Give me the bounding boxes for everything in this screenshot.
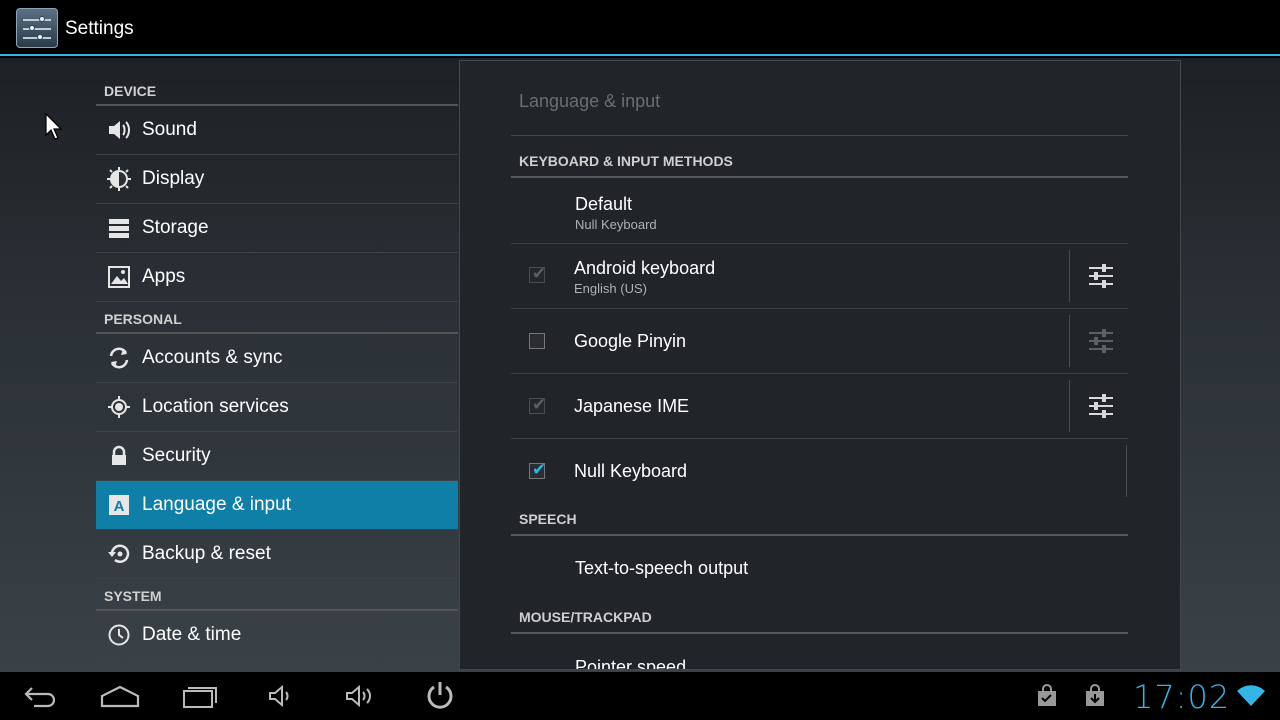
power-button[interactable] [423,678,457,714]
pointer-speed-row[interactable]: Pointer speed [511,636,1128,670]
sidebar-item-language-input[interactable]: A Language & input [96,481,458,530]
settings-sliders-icon [1089,394,1113,418]
method-title: Android keyboard [574,258,716,278]
clock-icon [106,622,132,648]
input-method-row[interactable]: ✔ Null Keyboard [511,439,1128,499]
storage-icon [106,215,132,241]
settings-content: DEVICE Sound Display Storage Apps PERSON… [0,58,1280,672]
method-title: Null Keyboard [574,461,688,481]
sidebar-item-security[interactable]: Security [96,432,458,481]
tts-output-row[interactable]: Text-to-speech output [511,538,1128,598]
apps-icon [106,264,132,290]
notification-download[interactable] [1082,678,1108,714]
backup-icon [106,541,132,567]
lock-icon [106,443,132,469]
location-icon [106,394,132,420]
tts-title: Text-to-speech output [575,558,749,578]
notification-shopping-bag[interactable] [1034,678,1060,714]
section-header-speech: SPEECH [511,494,1128,536]
section-header-device: DEVICE [96,58,458,106]
sidebar-item-label: Accounts & sync [142,347,283,368]
power-icon [427,682,453,709]
back-button[interactable] [20,678,60,714]
sidebar-item-label: Date & time [142,624,242,645]
sync-icon [106,345,132,371]
back-icon [24,687,56,708]
android-keyboard-checkbox[interactable]: ✔ [529,264,546,283]
sidebar-item-apps[interactable]: Apps [96,253,458,302]
sidebar-item-label: Language & input [142,494,291,515]
sidebar-item-display[interactable]: Display [96,155,458,204]
section-header-personal: PERSONAL [96,302,458,334]
settings-category-list: DEVICE Sound Display Storage Apps PERSON… [96,58,458,672]
sidebar-item-label: Security [142,445,211,466]
default-keyboard-row[interactable]: Default Null Keyboard [511,179,1128,244]
language-icon: A [106,492,132,518]
settings-sliders-icon [1089,264,1113,288]
app-title: Settings [65,18,134,39]
volume-up-icon [346,684,371,708]
null-keyboard-checkbox[interactable]: ✔ [529,460,546,479]
sidebar-item-date-time[interactable]: Date & time [96,611,458,660]
input-method-row[interactable]: ✔ Android keyboard English (US) [511,244,1128,309]
home-icon [100,685,140,708]
method-title: Japanese IME [574,396,690,416]
recent-apps-button[interactable] [181,678,221,714]
sidebar-item-label: Location services [142,396,289,417]
sidebar-item-label: Apps [142,266,186,287]
sidebar-item-label: Display [142,168,205,189]
volume-down-icon [269,684,289,708]
default-title: Default [575,194,633,214]
home-button[interactable] [100,678,140,714]
section-header-mouse: MOUSE/TRACKPAD [511,592,1128,634]
google-pinyin-settings-button[interactable] [1072,309,1130,373]
method-title: Google Pinyin [574,331,687,351]
language-input-panel[interactable]: Language & input KEYBOARD & INPUT METHOD… [459,60,1181,670]
divider [1069,250,1070,302]
system-navigation-bar: 17:02 [0,672,1280,720]
sidebar-item-label: Sound [142,119,197,140]
volume-down-button[interactable] [265,678,295,714]
settings-sliders-icon [1089,329,1113,353]
download-icon [1086,684,1104,706]
recent-apps-icon [183,687,217,708]
wifi-status[interactable] [1236,678,1266,714]
default-subtitle: Null Keyboard [575,217,657,232]
shopping-bag-check-icon [1038,684,1056,706]
mouse-cursor-icon [45,113,63,140]
svg-text:A: A [114,498,125,515]
input-method-row[interactable]: Google Pinyin [511,309,1128,374]
japanese-ime-settings-button[interactable] [1072,374,1130,438]
action-bar: Settings [0,0,1280,56]
volume-up-button[interactable] [342,678,378,714]
sidebar-item-location[interactable]: Location services [96,383,458,432]
method-subtitle: English (US) [574,281,647,296]
section-header-keyboard: KEYBOARD & INPUT METHODS [511,136,1128,178]
input-method-row[interactable]: ✔ Japanese IME [511,374,1128,439]
sidebar-item-sound[interactable]: Sound [96,106,458,155]
wifi-icon [1237,685,1265,706]
sidebar-item-accounts-sync[interactable]: Accounts & sync [96,334,458,383]
status-clock: 17:02 [1133,678,1231,716]
brightness-icon [106,166,132,192]
sidebar-item-label: Storage [142,217,209,238]
sidebar-item-storage[interactable]: Storage [96,204,458,253]
volume-icon [106,117,132,143]
android-keyboard-settings-button[interactable] [1072,244,1130,308]
section-header-system: SYSTEM [96,579,458,611]
google-pinyin-checkbox[interactable] [529,333,545,349]
sidebar-item-backup-reset[interactable]: Backup & reset [96,530,458,579]
divider [1069,380,1070,432]
settings-sliders-icon[interactable] [16,8,58,48]
pointer-speed-title: Pointer speed [575,657,687,670]
sidebar-item-label: Backup & reset [142,543,271,564]
panel-title: Language & input [519,91,661,111]
divider [1069,315,1070,367]
japanese-ime-checkbox[interactable]: ✔ [529,395,546,414]
divider [1126,445,1127,497]
